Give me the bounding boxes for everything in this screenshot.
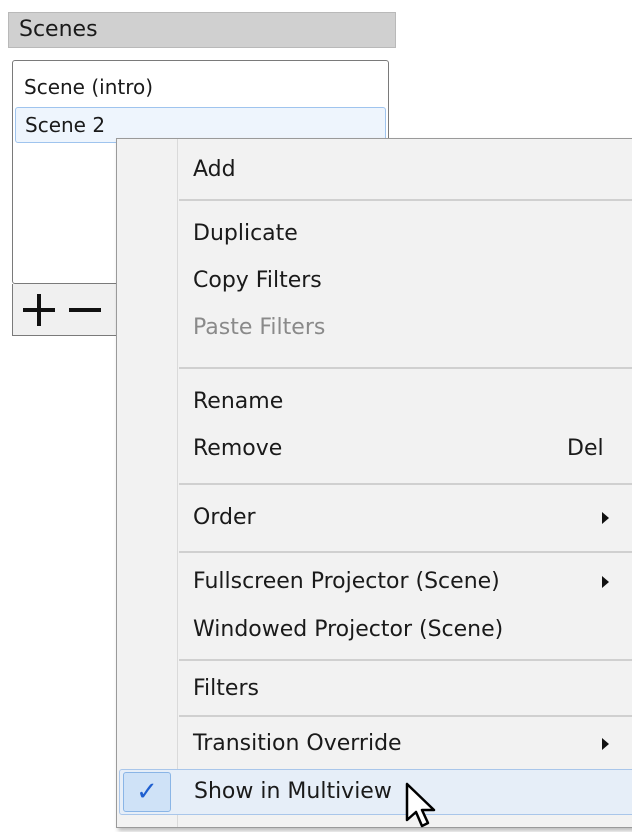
menu-item-fullscreen-projector[interactable]: Fullscreen Projector (Scene) [117, 559, 632, 605]
menu-item-label: Windowed Projector (Scene) [193, 617, 504, 642]
remove-scene-button[interactable] [65, 290, 105, 330]
menu-item-order[interactable]: Order [117, 495, 632, 541]
menu-item-label: Paste Filters [193, 315, 326, 340]
submenu-arrow-icon [602, 738, 609, 750]
checkmark-icon: ✓ [123, 772, 171, 812]
mouse-cursor-icon [405, 782, 436, 828]
menu-item-label: Duplicate [193, 221, 298, 246]
menu-item-remove[interactable]: Remove Del [117, 426, 632, 472]
submenu-arrow-icon [602, 576, 609, 588]
menu-item-label: Add [193, 157, 236, 182]
menu-item-label: Remove [193, 436, 283, 461]
menu-item-label: Transition Override [193, 731, 402, 756]
menu-item-label: Fullscreen Projector (Scene) [193, 569, 500, 594]
menu-item-show-in-multiview[interactable]: ✓ Show in Multiview [119, 769, 632, 815]
scenes-dock-title: Scenes [8, 12, 396, 48]
menu-separator [179, 199, 632, 201]
menu-item-filters[interactable]: Filters [117, 666, 632, 712]
add-scene-button[interactable] [19, 290, 59, 330]
menu-item-rename[interactable]: Rename [117, 379, 632, 425]
menu-separator [179, 483, 632, 485]
menu-item-add[interactable]: Add [117, 147, 632, 193]
scene-item[interactable]: Scene (intro) [15, 69, 386, 105]
menu-item-label: Copy Filters [193, 268, 322, 293]
scene-context-menu: Add Duplicate Copy Filters Paste Filters… [116, 138, 632, 828]
menu-item-label: Order [193, 505, 256, 530]
menu-item-copy-filters[interactable]: Copy Filters [117, 258, 632, 304]
menu-item-transition-override[interactable]: Transition Override [117, 721, 632, 767]
menu-separator [179, 551, 632, 553]
menu-item-duplicate[interactable]: Duplicate [117, 211, 632, 257]
menu-item-windowed-projector[interactable]: Windowed Projector (Scene) [117, 607, 632, 653]
submenu-arrow-icon [602, 512, 609, 524]
menu-separator [179, 715, 632, 717]
menu-item-label: Rename [193, 389, 284, 414]
menu-item-paste-filters: Paste Filters [117, 305, 632, 351]
menu-separator [179, 367, 632, 369]
menu-item-shortcut: Del [567, 436, 604, 461]
menu-separator [179, 659, 632, 661]
menu-item-label: Filters [193, 676, 259, 701]
menu-item-label: Show in Multiview [194, 779, 392, 804]
